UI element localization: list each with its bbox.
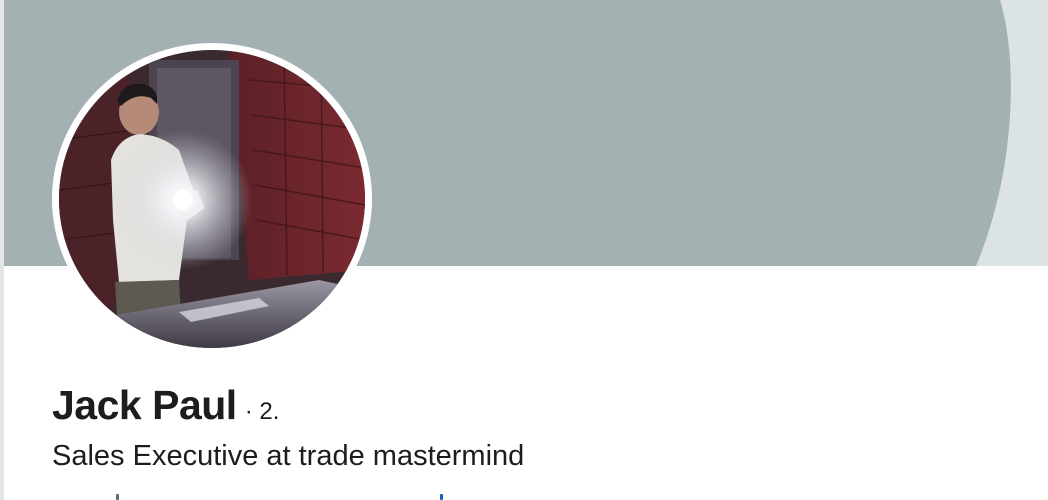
connection-degree: · 2. <box>244 398 280 425</box>
profile-avatar[interactable] <box>52 43 372 355</box>
profile-name-row: Jack Paul · 2. <box>52 382 279 429</box>
cut-off-link-dot <box>440 494 443 500</box>
profile-headline: Sales Executive at trade mastermind <box>52 440 525 472</box>
profile-photo-icon <box>59 50 365 348</box>
profile-name: Jack Paul <box>52 382 237 428</box>
profile-page: Jack Paul · 2. Sales Executive at trade … <box>0 0 1048 500</box>
cut-off-separator-dot <box>116 494 119 500</box>
